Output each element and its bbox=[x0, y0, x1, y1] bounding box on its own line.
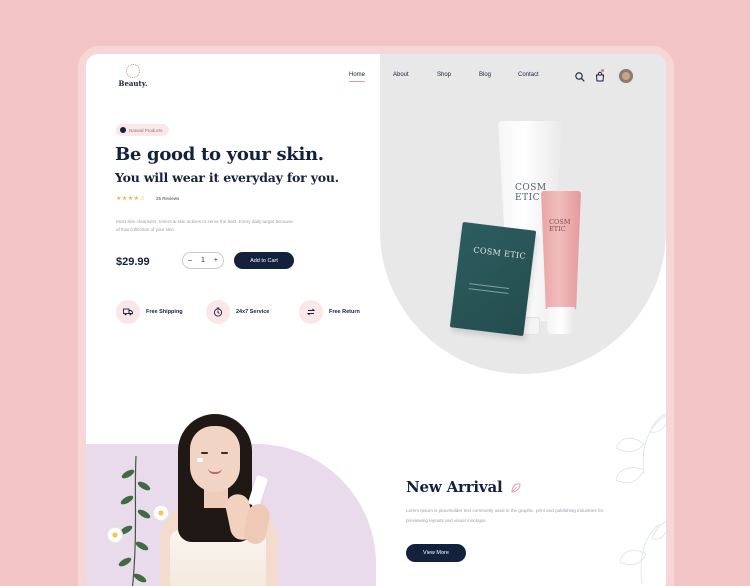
nav-home[interactable]: Home bbox=[349, 72, 366, 82]
model-eye bbox=[221, 452, 228, 454]
hero-description: Most skin cleansers, toners & skin activ… bbox=[116, 219, 293, 232]
nav-contact[interactable]: Contact bbox=[518, 72, 539, 78]
leaf-branch-icon bbox=[118, 456, 151, 586]
logo-wreath-icon bbox=[126, 64, 140, 78]
clock-icon bbox=[206, 300, 230, 324]
pink-tube-body bbox=[541, 191, 581, 309]
cosmetic-sachet: COSM ETIC bbox=[449, 221, 537, 337]
nav-shop[interactable]: Shop bbox=[437, 72, 451, 78]
quantity-stepper: – 1 + bbox=[182, 252, 224, 269]
reviews-count[interactable]: 25 Reviews bbox=[156, 196, 179, 201]
hero-subtitle: You will wear it everyday for you. bbox=[115, 170, 339, 185]
leaf-outline-decoration-icon bbox=[615, 412, 666, 585]
increment-button[interactable]: + bbox=[214, 257, 218, 264]
feature-free-return: Free Return bbox=[299, 300, 360, 324]
sachet-label: COSM ETIC bbox=[472, 245, 527, 261]
view-more-button[interactable]: View More bbox=[406, 544, 466, 562]
avatar[interactable] bbox=[618, 68, 634, 84]
hero-title: Be good to your skin. bbox=[115, 144, 324, 165]
pink-tube-label: COSM ETIC bbox=[549, 218, 571, 233]
leaf-icon bbox=[120, 127, 126, 133]
feature-24x7-service: 24x7 Service bbox=[206, 300, 269, 324]
daisy-icon bbox=[108, 528, 122, 542]
feature-label: 24x7 Service bbox=[236, 309, 270, 315]
natural-products-badge: Natural Products bbox=[116, 124, 169, 136]
rating-stars: ★★★★☆ bbox=[116, 196, 146, 202]
return-icon bbox=[299, 300, 323, 324]
brand-name: Beauty. bbox=[118, 79, 148, 88]
search-icon[interactable] bbox=[574, 70, 586, 82]
decrement-button[interactable]: – bbox=[188, 257, 192, 264]
truck-icon bbox=[116, 300, 140, 324]
quantity-value[interactable]: 1 bbox=[201, 257, 205, 264]
sachet-divider bbox=[468, 283, 510, 294]
feature-free-shipping: Free Shipping bbox=[116, 300, 183, 324]
cart-badge bbox=[601, 69, 604, 72]
nav-about[interactable]: About bbox=[393, 72, 409, 78]
feature-label: Free Shipping bbox=[146, 309, 183, 315]
new-arrival-description: Lorem Ipsum is placeholder text commonly… bbox=[406, 508, 604, 523]
daisy-icon bbox=[154, 506, 168, 520]
cart-icon[interactable] bbox=[594, 70, 606, 82]
leaf-accent-icon bbox=[511, 483, 520, 493]
feature-label: Free Return bbox=[329, 309, 360, 315]
badge-label: Natural Products bbox=[129, 127, 163, 133]
add-to-cart-button[interactable]: Add to Cart bbox=[234, 252, 294, 269]
product-price: $29.99 bbox=[116, 256, 150, 268]
cream-dab bbox=[197, 458, 203, 462]
new-arrival-heading: New Arrival bbox=[406, 478, 503, 496]
cosmetic-tube-pink: COSM ETIC bbox=[541, 191, 581, 336]
nav-blog[interactable]: Blog bbox=[479, 72, 491, 78]
landing-page: Beauty. Home About Shop Blog Contact Nat… bbox=[86, 54, 666, 586]
brand-logo[interactable]: Beauty. bbox=[118, 64, 148, 88]
pink-tube-cap bbox=[547, 307, 575, 334]
new-arrival-title: New Arrival bbox=[406, 478, 522, 496]
model-eye bbox=[201, 452, 208, 454]
